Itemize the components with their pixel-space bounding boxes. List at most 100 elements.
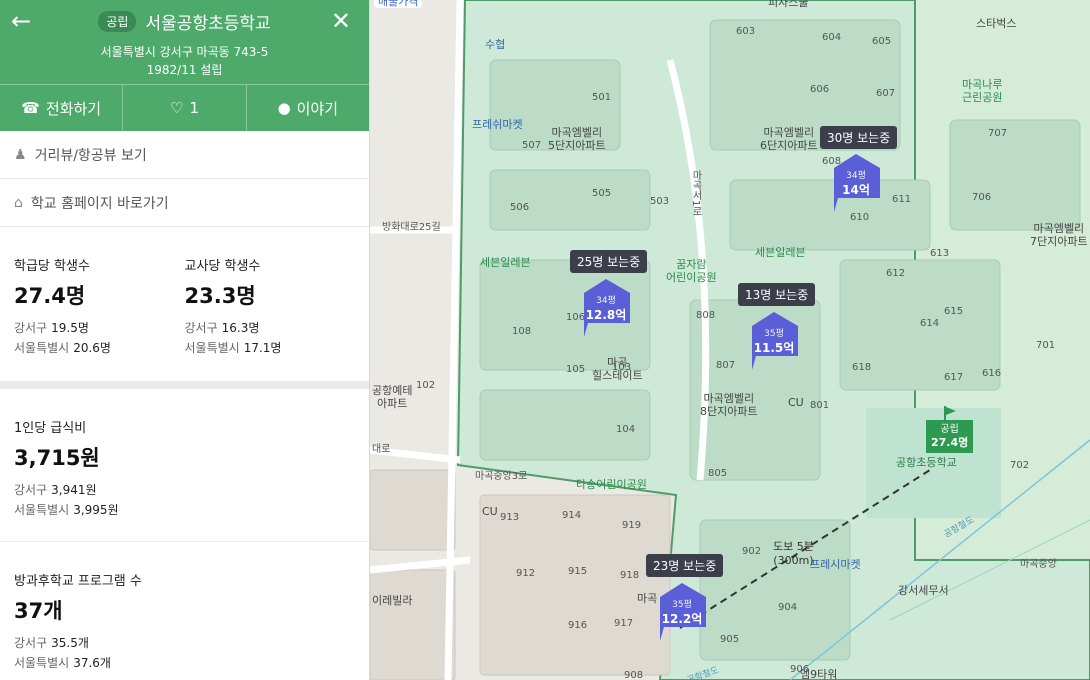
magok5-apt-poi[interactable]: 마곡엠벨리 5단지아파트 <box>548 126 606 152</box>
dream-park-poi[interactable]: 꿈자람 어린이공원 <box>666 258 717 284</box>
seven-eleven-poi[interactable]: 세븐일레븐 <box>755 246 806 259</box>
magok7-apt-poi[interactable]: 마곡엠벨리 7단지아파트 <box>1030 222 1088 248</box>
ire-villa-poi[interactable]: 이레빌라 <box>372 594 412 607</box>
block-number: 808 <box>696 310 716 321</box>
block-number: 612 <box>886 268 906 279</box>
block-number: 507 <box>522 140 542 151</box>
stat-gu: 강서구 3,941원 <box>14 483 97 497</box>
program-stat: 방과후학교 프로그램 수 37개 강서구 35.5개 서울특별시 37.6개 <box>0 542 369 673</box>
streetview-label: 거리뷰/항공뷰 보기 <box>34 147 147 164</box>
like-count: 1 <box>189 99 199 117</box>
stat-city: 서울특별시 17.1명 <box>184 341 282 355</box>
block-number: 912 <box>516 568 536 579</box>
title-row: 공립 서울공항초등학교 <box>0 9 369 34</box>
block-number: 505 <box>592 188 612 199</box>
flag-icon <box>944 406 956 420</box>
heart-icon: ♡ <box>169 99 184 117</box>
school-marker[interactable]: 공립 27.4명 <box>926 420 974 453</box>
listing-marker[interactable]: 35평 12.2억 <box>658 583 706 641</box>
seven-eleven-poi[interactable]: 세븐일레븐 <box>480 256 531 269</box>
block-number: 611 <box>892 194 912 205</box>
block-number: 105 <box>566 364 586 375</box>
talk-label: 이야기 <box>296 99 339 118</box>
magok8-apt-poi[interactable]: 마곡엠벨리 8단지아파트 <box>700 392 758 418</box>
stat-label: 방과후학교 프로그램 수 <box>14 574 142 589</box>
stat-value: 27.4명 <box>14 284 86 308</box>
m9-tower-poi[interactable]: 엠9타워 <box>800 668 837 680</box>
stat-city: 서울특별시 3,995원 <box>14 503 119 517</box>
price-toggle-button[interactable]: 매물가격 <box>374 0 423 8</box>
school-type-badge: 공립 <box>98 11 137 32</box>
block-number: 918 <box>620 570 640 581</box>
block-number: 916 <box>568 620 588 631</box>
block-number: 917 <box>614 618 634 629</box>
stat-label: 교사당 학생수 <box>184 259 261 274</box>
stat-gu: 강서구 35.5개 <box>14 636 89 650</box>
block-number: 805 <box>708 468 728 479</box>
magok6-apt-poi[interactable]: 마곡엠벨리 6단지아파트 <box>760 126 818 152</box>
road-label: 마곡중앙3로 <box>475 471 528 482</box>
like-button[interactable]: ♡ 1 <box>123 85 247 131</box>
action-bar: ☎ 전화하기 ♡ 1 ● 이야기 <box>0 84 369 131</box>
block-number: 904 <box>778 602 798 613</box>
fresh-market-poi[interactable]: 프레쉬마켓 <box>472 118 523 131</box>
suhyup-poi[interactable]: 수협 <box>485 38 505 51</box>
block-number: 914 <box>562 510 582 521</box>
listing-marker[interactable]: 34평 12.8억 <box>582 279 630 337</box>
road-label: 마곡서1로 <box>690 170 701 217</box>
stat-city: 서울특별시 37.6개 <box>14 656 111 670</box>
block-number: 706 <box>972 192 992 203</box>
school-detail-panel: ← 공립 서울공항초등학교 ✕ 서울특별시 강서구 마곡동 743-5 1982… <box>0 0 370 680</box>
cu-store-poi[interactable]: CU <box>482 505 498 518</box>
block-number: 603 <box>736 26 756 37</box>
block-number: 102 <box>416 380 436 391</box>
streetview-link[interactable]: ♟ 거리뷰/항공뷰 보기 <box>0 131 369 179</box>
listing-views: 13명 보는중 <box>738 283 816 306</box>
meal-stat: 1인당 급식비 3,715원 강서구 3,941원 서울특별시 3,995원 <box>0 389 369 542</box>
student-stats: 학급당 학생수 27.4명 강서구 19.5명 서울특별시 20.6명 교사당 학생… <box>0 227 369 381</box>
section-divider <box>0 381 369 389</box>
road-label: 방화대로25길 <box>382 222 441 233</box>
school-established: 1982/11 설립 <box>146 63 223 77</box>
stat-gu: 강서구 16.3명 <box>184 321 260 335</box>
block-number: 503 <box>650 196 670 207</box>
listing-marker[interactable]: 35평 11.5억 <box>750 312 798 370</box>
block-number: 616 <box>982 368 1002 379</box>
phone-icon: ☎ <box>21 99 40 117</box>
gonghang-apt-poi[interactable]: 공항예테 아파트 <box>372 384 412 410</box>
stat-gu: 강서구 19.5명 <box>14 321 89 335</box>
close-icon[interactable]: ✕ <box>331 8 351 34</box>
hillstate-poi[interactable]: 마곡 힐스테이트 <box>592 356 643 382</box>
block-number: 617 <box>944 372 964 383</box>
starbucks-poi[interactable]: 스타벅스 <box>976 17 1016 30</box>
block-number: 615 <box>944 306 964 317</box>
block-number: 908 <box>624 670 644 680</box>
block-number: 807 <box>716 360 736 371</box>
per-class-stat: 학급당 학생수 27.4명 강서구 19.5명 서울특별시 20.6명 <box>14 255 185 381</box>
person-icon: ♟ <box>14 146 27 163</box>
fresh-market2-poi[interactable]: 프레시마켓 <box>810 558 861 571</box>
cu-store-poi[interactable]: CU <box>788 396 804 409</box>
magok-apt-poi[interactable]: 마곡 <box>637 592 657 605</box>
talk-button[interactable]: ● 이야기 <box>247 85 369 131</box>
call-button[interactable]: ☎ 전화하기 <box>0 85 124 131</box>
pizza-school-poi[interactable]: 피자스쿨 <box>768 0 808 9</box>
map-view[interactable]: 501 507 505 503 506 108 106 105 104 103 102 603 604 6… <box>370 0 1090 680</box>
block-number: 915 <box>568 566 588 577</box>
block-number: 614 <box>920 318 940 329</box>
stat-value: 3,715원 <box>14 446 100 470</box>
magoknaru-park-poi[interactable]: 마곡나루 근린공원 <box>962 78 1002 104</box>
homepage-link[interactable]: ⌂ 학교 홈페이지 바로가기 <box>0 179 369 227</box>
tasong-park-poi[interactable]: 타송어린이공원 <box>576 478 647 491</box>
homepage-label: 학교 홈페이지 바로가기 <box>30 195 169 212</box>
block-number: 701 <box>1036 340 1056 351</box>
school-marker-badge: 공립 <box>940 424 959 435</box>
block-number: 913 <box>500 512 520 523</box>
road-label: 대로 <box>372 444 391 455</box>
stat-label: 학급당 학생수 <box>14 259 90 274</box>
listing-marker[interactable]: 34평 14억 <box>832 154 880 212</box>
block-number: 905 <box>720 634 740 645</box>
school-name-label: 공항초등학교 <box>896 456 957 469</box>
gangseo-tax-office-poi[interactable]: 강서세무서 <box>898 584 949 597</box>
listing-views: 30명 보는중 <box>820 126 898 149</box>
